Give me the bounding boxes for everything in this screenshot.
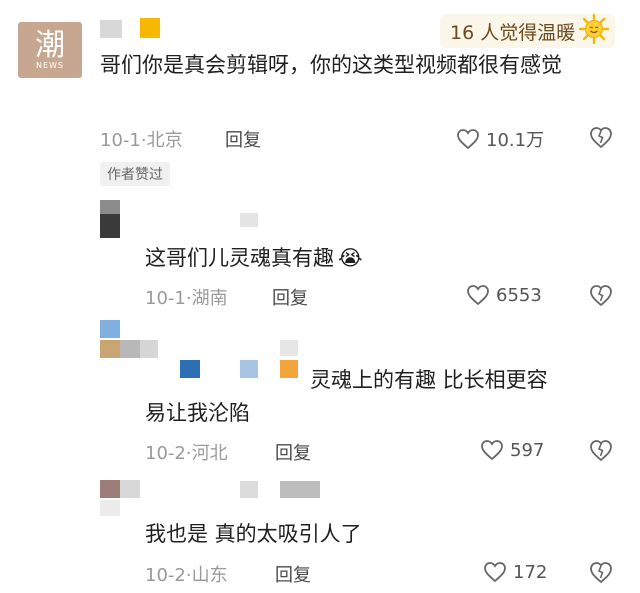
censored-username	[280, 481, 320, 498]
heart-icon	[467, 285, 489, 306]
reply-button[interactable]: 回复	[275, 561, 311, 587]
comment-text: 这哥们儿灵魂真有趣 😭	[145, 246, 363, 270]
author-liked-badge: 作者赞过	[100, 162, 170, 186]
like-count: 172	[513, 561, 548, 583]
censored-username	[240, 481, 258, 498]
comment-date-location: 10-2·河北	[145, 443, 228, 464]
reply-button[interactable]: 回复	[225, 126, 261, 152]
avatar	[100, 200, 120, 214]
like-count: 6553	[496, 284, 542, 306]
heart-icon	[457, 129, 479, 150]
avatar	[100, 340, 120, 358]
comment-date-location: 10-1·北京	[100, 130, 183, 151]
warm-count-badge[interactable]: 16 人觉得温暖	[440, 13, 616, 49]
like-button[interactable]: 597	[480, 439, 544, 461]
logo-sub: NEWS	[35, 60, 65, 70]
comment-text: 易让我沦陷	[145, 401, 250, 425]
avatar	[100, 320, 120, 338]
dislike-icon[interactable]	[588, 437, 614, 463]
like-button[interactable]: 6553	[466, 284, 542, 306]
comment-text: 灵魂上的有趣 比长相更容	[310, 368, 548, 392]
comment-text: 哥们你是真会剪辑呀，你的这类型视频都很有感觉	[100, 53, 562, 77]
heart-icon	[484, 562, 506, 583]
censored-username	[100, 20, 122, 38]
like-button[interactable]: 10.1万	[456, 126, 544, 152]
dislike-icon[interactable]	[588, 282, 614, 308]
source-logo: 潮 NEWS	[18, 22, 82, 78]
avatar	[120, 480, 140, 498]
logo-glyph: 潮	[35, 27, 65, 63]
like-count: 597	[510, 439, 545, 461]
censored-username	[240, 213, 258, 227]
like-button[interactable]: 172	[483, 561, 547, 583]
reply-button[interactable]: 回复	[272, 284, 308, 310]
like-count: 10.1万	[486, 130, 545, 151]
censored-username	[280, 340, 298, 356]
comment-date-location: 10-2·山东	[145, 565, 228, 586]
crying-emoji: 😭	[338, 246, 363, 270]
avatar	[120, 340, 140, 358]
dislike-icon[interactable]	[588, 124, 614, 150]
reply-button[interactable]: 回复	[275, 439, 311, 465]
dislike-icon[interactable]	[588, 559, 614, 585]
comment-text: 我也是 真的太吸引人了	[145, 522, 362, 546]
heart-icon	[481, 440, 503, 461]
censored-username	[280, 360, 298, 378]
censored-username	[140, 18, 160, 38]
sun-smile-icon	[579, 13, 610, 49]
censored-username	[240, 360, 258, 378]
avatar	[100, 500, 120, 516]
censored-username	[140, 340, 158, 358]
censored-username	[180, 360, 200, 378]
avatar	[100, 480, 120, 498]
comment-date-location: 10-1·湖南	[145, 288, 228, 309]
warm-count-label: 16 人觉得温暖	[450, 21, 576, 44]
